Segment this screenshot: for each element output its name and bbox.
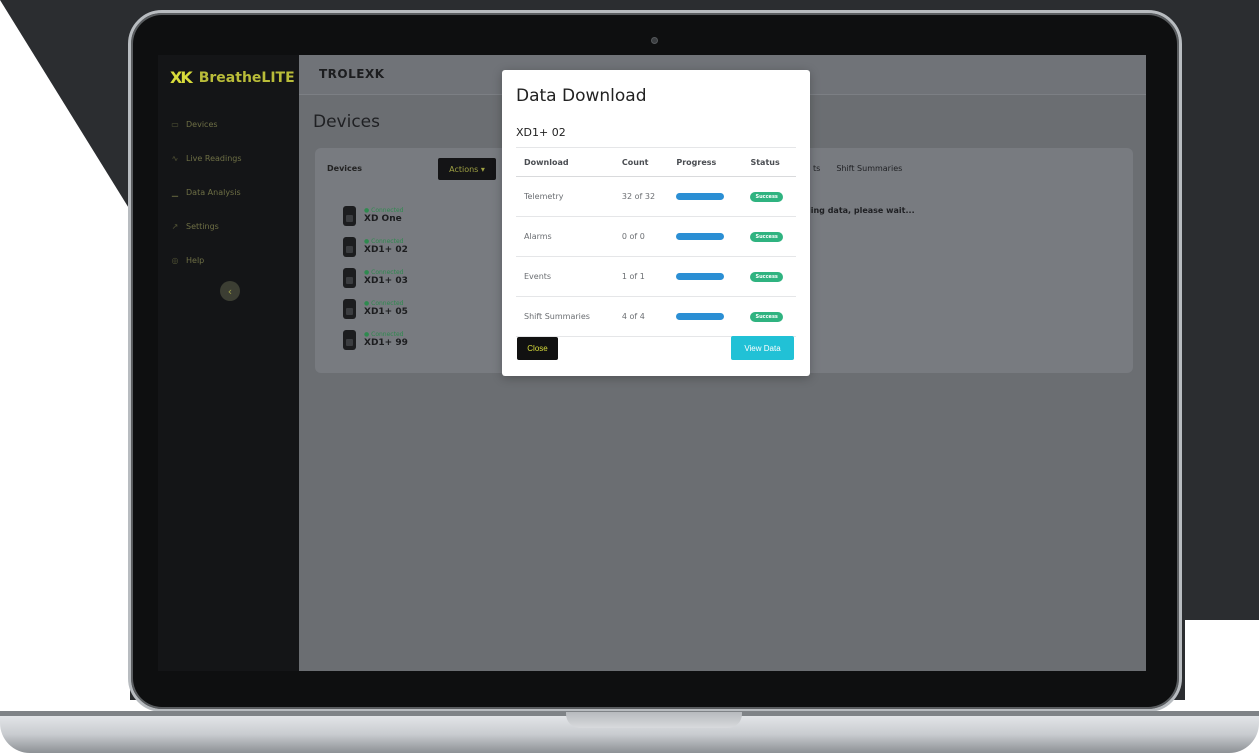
tab-shift-summaries[interactable]: Shift Summaries [836, 164, 902, 173]
column-header: Download [516, 147, 614, 177]
device-icon [343, 329, 356, 350]
sidebar-item-live-readings[interactable]: ∿ Live Readings [170, 141, 242, 175]
download-table: Download Count Progress Status Telemetry… [516, 147, 796, 337]
sidebar-item-label: Data Analysis [186, 187, 241, 197]
status-badge: ● Connected [364, 331, 404, 338]
data-download-modal: Data Download XD1+ 02 Download Count Pro… [502, 70, 810, 376]
help-icon: ◎ [171, 255, 179, 265]
collapse-sidebar-button[interactable]: ‹ [220, 281, 240, 301]
sidebar-item-label: Devices [186, 119, 218, 129]
modal-title: Data Download [516, 86, 647, 106]
progress-bar [676, 273, 725, 280]
status-cell: Success [742, 296, 796, 337]
actions-dropdown-button[interactable]: Actions ▾ [438, 158, 496, 180]
brand[interactable]: XK BreatheLITE [170, 68, 295, 87]
status-cell: Success [742, 256, 796, 297]
brand-logo-icon: XK [170, 68, 193, 87]
progress-bar [676, 313, 725, 320]
device-icon [343, 298, 356, 319]
device-icon [343, 236, 356, 257]
status-badge: Success [750, 192, 783, 202]
loading-message: ling data, please wait... [808, 206, 915, 215]
table-header-row: Download Count Progress Status [516, 147, 796, 177]
table-row: Events 1 of 1 Success [516, 256, 796, 297]
status-badge: ● Connected [364, 269, 404, 276]
download-type: Telemetry [516, 176, 614, 217]
progress-bar [676, 233, 725, 240]
wrench-icon: ↗ [171, 221, 179, 231]
table-row: Alarms 0 of 0 Success [516, 216, 796, 257]
chart-icon: ▁ [171, 187, 179, 197]
list-item[interactable]: ● Connected XD One [343, 200, 408, 231]
download-type: Shift Summaries [516, 296, 614, 337]
column-header: Count [613, 147, 669, 177]
pulse-icon: ∿ [171, 153, 179, 163]
progress-cell [668, 296, 743, 337]
sidebar-item-devices[interactable]: ▭ Devices [170, 107, 242, 141]
progress-cell [668, 176, 743, 217]
sidebar-item-label: Help [186, 255, 205, 265]
progress-cell [668, 216, 743, 257]
list-item[interactable]: ● Connected XD1+ 03 [343, 262, 408, 293]
column-header: Status [742, 147, 796, 177]
status-badge: Success [750, 272, 783, 282]
company-logo: TROLEXK [319, 67, 385, 81]
sidebar-item-settings[interactable]: ↗ Settings [170, 209, 242, 243]
chevron-left-icon: ‹ [227, 284, 233, 298]
column-header: Progress [668, 147, 743, 177]
download-count: 0 of 0 [613, 216, 669, 257]
device-name: XD1+ 02 [364, 245, 408, 255]
laptop-notch [566, 712, 742, 728]
sidebar: XK BreatheLITE ▭ Devices ∿ Live Readings… [158, 55, 299, 671]
device-name: XD1+ 05 [364, 307, 408, 317]
table-row: Telemetry 32 of 32 Success [516, 176, 796, 217]
download-count: 4 of 4 [613, 296, 669, 337]
page-title: Devices [313, 112, 380, 132]
card-title: Devices [327, 164, 362, 173]
camera [651, 37, 658, 44]
device-name: XD1+ 99 [364, 338, 408, 348]
progress-bar [676, 193, 725, 200]
table-row: Shift Summaries 4 of 4 Success [516, 296, 796, 337]
sidebar-nav: ▭ Devices ∿ Live Readings ▁ Data Analysi… [170, 107, 242, 277]
tab-events[interactable]: ts [813, 164, 820, 173]
download-type: Events [516, 256, 614, 297]
device-icon [343, 267, 356, 288]
status-cell: Success [742, 216, 796, 257]
sidebar-item-help[interactable]: ◎ Help [170, 243, 242, 277]
list-item[interactable]: ● Connected XD1+ 99 [343, 324, 408, 355]
status-cell: Success [742, 176, 796, 217]
close-button[interactable]: Close [517, 337, 558, 360]
modal-device-name: XD1+ 02 [516, 126, 566, 139]
download-count: 32 of 32 [613, 176, 669, 217]
brand-name: BreatheLITE [198, 69, 295, 86]
device-name: XD1+ 03 [364, 276, 408, 286]
screen: XK BreatheLITE ▭ Devices ∿ Live Readings… [158, 55, 1146, 671]
status-badge: Success [750, 312, 783, 322]
device-list: ● Connected XD One ● Connected XD1+ 02 ●… [343, 200, 408, 355]
status-badge: ● Connected [364, 300, 404, 307]
data-tabs: ts Shift Summaries [813, 164, 902, 173]
status-badge: ● Connected [364, 238, 404, 245]
list-item[interactable]: ● Connected XD1+ 02 [343, 231, 408, 262]
status-badge: ● Connected [364, 207, 404, 214]
device-icon [343, 205, 356, 226]
download-count: 1 of 1 [613, 256, 669, 297]
device-icon: ▭ [171, 119, 179, 129]
sidebar-item-label: Settings [186, 221, 219, 231]
sidebar-item-label: Live Readings [186, 153, 242, 163]
status-badge: Success [750, 232, 783, 242]
download-type: Alarms [516, 216, 614, 257]
view-data-button[interactable]: View Data [731, 336, 794, 360]
sidebar-item-data-analysis[interactable]: ▁ Data Analysis [170, 175, 242, 209]
list-item[interactable]: ● Connected XD1+ 05 [343, 293, 408, 324]
progress-cell [668, 256, 743, 297]
device-name: XD One [364, 214, 402, 224]
